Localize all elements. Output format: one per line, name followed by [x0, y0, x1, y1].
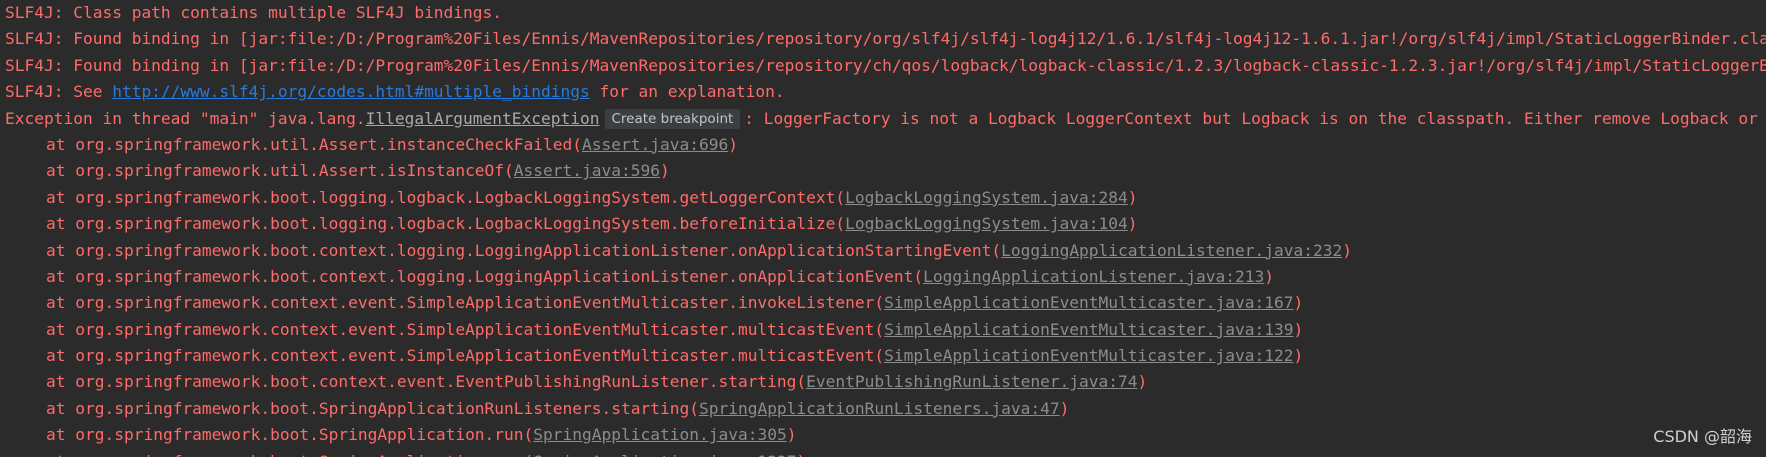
frame-close-paren: ) [1342, 240, 1352, 260]
frame-source-link[interactable]: SimpleApplicationEventMulticaster.java:1… [884, 346, 1293, 365]
frame-close-paren: ) [1293, 319, 1304, 339]
stack-trace: at org.springframework.util.Assert.insta… [0, 132, 1766, 457]
frame-method: at org.springframework.boot.logging.logb… [46, 187, 846, 207]
frame-close-paren: ) [786, 425, 797, 445]
frame-source-link[interactable]: LogbackLoggingSystem.java:104 [845, 214, 1128, 233]
frame-close-paren: ) [1059, 398, 1070, 418]
stack-frame: at org.springframework.util.Assert.insta… [0, 132, 1766, 158]
frame-close-paren: ) [1264, 266, 1274, 286]
frame-source-link[interactable]: SimpleApplicationEventMulticaster.java:1… [884, 293, 1293, 312]
frame-method: at org.springframework.boot.SpringApplic… [46, 425, 534, 445]
create-breakpoint-button[interactable]: Create breakpoint [604, 108, 741, 129]
see-prefix: SLF4J: See [5, 82, 113, 102]
slf4j-binding-line: SLF4J: Found binding in [jar:file:/D:/Pr… [5, 29, 1766, 49]
frame-method: at org.springframework.util.Assert.insta… [46, 134, 583, 154]
frame-source-link[interactable]: Assert.java:596 [514, 161, 660, 180]
see-suffix: for an explanation. [589, 82, 785, 102]
stack-frame: at org.springframework.boot.context.even… [0, 369, 1766, 395]
frame-method: at org.springframework.boot.context.logg… [46, 266, 924, 286]
stack-frame: at org.springframework.context.event.Sim… [0, 317, 1766, 343]
frame-source-link[interactable]: EventPublishingRunListener.java:74 [806, 372, 1137, 391]
frame-source-link[interactable]: Assert.java:696 [582, 135, 728, 154]
frame-source-link[interactable]: LogbackLoggingSystem.java:284 [845, 188, 1128, 207]
frame-close-paren: ) [659, 161, 670, 181]
frame-method: at org.springframework.boot.context.even… [46, 372, 807, 392]
frame-method: at org.springframework.boot.SpringApplic… [46, 398, 699, 418]
frame-close-paren: ) [1127, 187, 1138, 207]
stack-frame: at org.springframework.boot.logging.logb… [0, 211, 1766, 237]
stack-frame: at org.springframework.boot.SpringApplic… [0, 449, 1766, 457]
exception-line: Exception in thread "main" java.lang.Ill… [0, 106, 1766, 132]
frame-source-link[interactable]: SpringApplication.java:305 [533, 425, 786, 444]
stack-frame: at org.springframework.context.event.Sim… [0, 290, 1766, 316]
stack-frame: at org.springframework.boot.logging.logb… [0, 185, 1766, 211]
stack-frame: at org.springframework.boot.context.logg… [0, 238, 1766, 264]
stack-frame: at org.springframework.context.event.Sim… [0, 343, 1766, 369]
stack-frame: at org.springframework.boot.SpringApplic… [0, 422, 1766, 448]
csdn-watermark: CSDN @韶海 [1653, 427, 1752, 446]
frame-method: at org.springframework.context.event.Sim… [46, 346, 885, 366]
frame-close-paren: ) [1137, 372, 1148, 392]
frame-method: at org.springframework.boot.context.logg… [46, 240, 1002, 260]
stack-frame: at org.springframework.boot.context.logg… [0, 264, 1766, 290]
slf4j-see-line: SLF4J: See http://www.slf4j.org/codes.ht… [0, 79, 1766, 105]
frame-source-link[interactable]: LoggingApplicationListener.java:213 [923, 267, 1264, 286]
frame-method: at org.springframework.boot.SpringApplic… [46, 452, 533, 457]
stack-frame: at org.springframework.boot.SpringApplic… [0, 396, 1766, 422]
frame-method: at org.springframework.boot.logging.logb… [46, 214, 846, 234]
frame-source-link[interactable]: SpringApplication.java:1237 [533, 452, 796, 457]
exception-message: : LoggerFactory is not a Logback LoggerC… [744, 108, 1758, 128]
console-output: SLF4J: Class path contains multiple SLF4… [0, 0, 1766, 457]
frame-method: at org.springframework.util.Assert.isIns… [46, 161, 514, 181]
frame-method: at org.springframework.context.event.Sim… [46, 293, 885, 313]
frame-source-link[interactable]: SimpleApplicationEventMulticaster.java:1… [884, 320, 1293, 339]
frame-close-paren: ) [796, 452, 806, 457]
frame-close-paren: ) [728, 134, 738, 154]
frame-close-paren: ) [1293, 293, 1304, 313]
frame-source-link[interactable]: LoggingApplicationListener.java:232 [1001, 241, 1342, 260]
frame-close-paren: ) [1127, 214, 1138, 234]
frame-method: at org.springframework.context.event.Sim… [46, 319, 885, 339]
frame-close-paren: ) [1293, 346, 1304, 366]
slf4j-codes-link[interactable]: http://www.slf4j.org/codes.html#multiple… [112, 82, 590, 101]
exception-prefix: Exception in thread "main" java.lang. [5, 108, 366, 128]
slf4j-binding-line: SLF4J: Found binding in [jar:file:/D:/Pr… [5, 55, 1766, 75]
stack-frame: at org.springframework.util.Assert.isIns… [0, 158, 1766, 184]
exception-class-link[interactable]: IllegalArgumentException [366, 109, 600, 128]
slf4j-line: SLF4J: Class path contains multiple SLF4… [5, 3, 503, 22]
frame-source-link[interactable]: SpringApplicationRunListeners.java:47 [699, 399, 1060, 418]
